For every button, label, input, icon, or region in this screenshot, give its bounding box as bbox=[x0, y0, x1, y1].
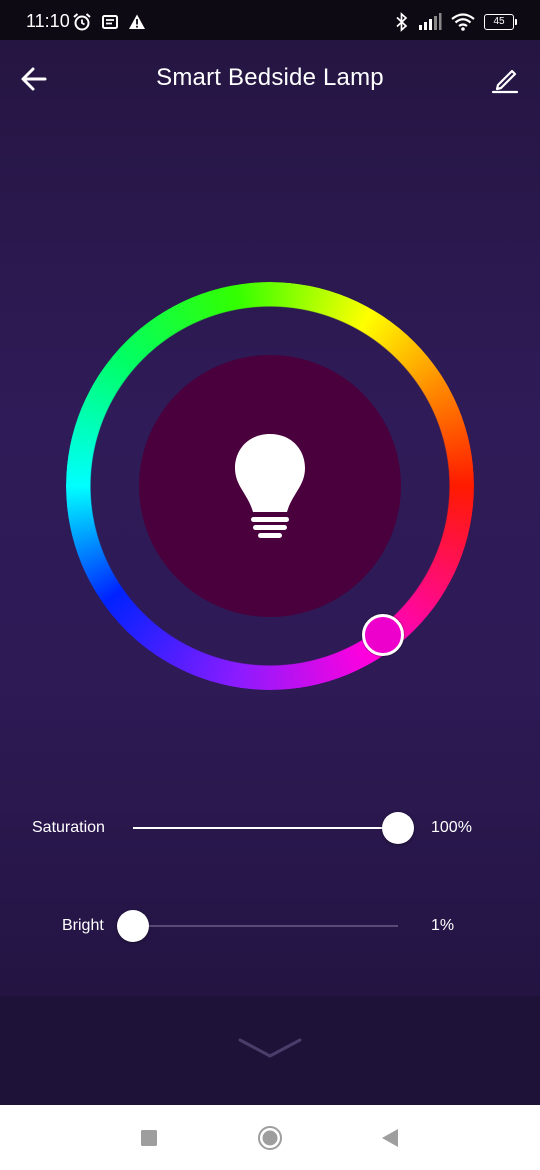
recents-button[interactable] bbox=[136, 1125, 162, 1151]
alarm-icon bbox=[73, 13, 91, 31]
triangle-back-icon bbox=[382, 1129, 398, 1147]
page-title: Smart Bedside Lamp bbox=[156, 64, 384, 91]
warning-icon bbox=[129, 14, 145, 29]
square-icon bbox=[141, 1130, 157, 1146]
battery-icon: 45 bbox=[484, 14, 517, 30]
brightness-track[interactable] bbox=[133, 925, 398, 927]
circle-icon bbox=[258, 1126, 282, 1150]
saturation-label: Saturation bbox=[32, 819, 105, 836]
brightness-row: Bright 1% bbox=[0, 906, 540, 946]
edit-button[interactable] bbox=[484, 58, 526, 100]
system-nav-bar bbox=[0, 1105, 540, 1170]
bluetooth-icon bbox=[396, 12, 408, 32]
light-bulb-icon bbox=[235, 434, 305, 538]
color-wheel[interactable] bbox=[66, 282, 474, 690]
brightness-value: 1% bbox=[431, 917, 455, 934]
status-time: 11:10 bbox=[26, 11, 70, 31]
status-bar: 11:10 45 bbox=[0, 0, 540, 40]
brightness-label: Bright bbox=[62, 917, 104, 934]
header: Smart Bedside Lamp bbox=[0, 40, 540, 116]
chevron-down-icon bbox=[238, 1038, 302, 1058]
saturation-row: Saturation 100% bbox=[0, 808, 540, 848]
saturation-value: 100% bbox=[431, 819, 472, 836]
bottom-panel bbox=[0, 996, 540, 1105]
wifi-icon bbox=[451, 13, 475, 31]
saturation-slider-thumb[interactable] bbox=[382, 812, 414, 844]
collapse-button[interactable] bbox=[234, 1032, 306, 1068]
app-screen: Smart Bedside Lamp Saturation 100% Brigh… bbox=[0, 40, 540, 1105]
system-back-button[interactable] bbox=[378, 1125, 404, 1151]
signal-icon bbox=[419, 13, 442, 30]
saturation-fill bbox=[133, 827, 398, 829]
pencil-icon bbox=[491, 69, 519, 94]
home-button[interactable] bbox=[257, 1125, 283, 1151]
notification-icon bbox=[102, 15, 118, 29]
saturation-track[interactable] bbox=[133, 827, 398, 829]
brightness-slider-thumb[interactable] bbox=[117, 910, 149, 942]
hue-handle[interactable] bbox=[362, 614, 404, 656]
